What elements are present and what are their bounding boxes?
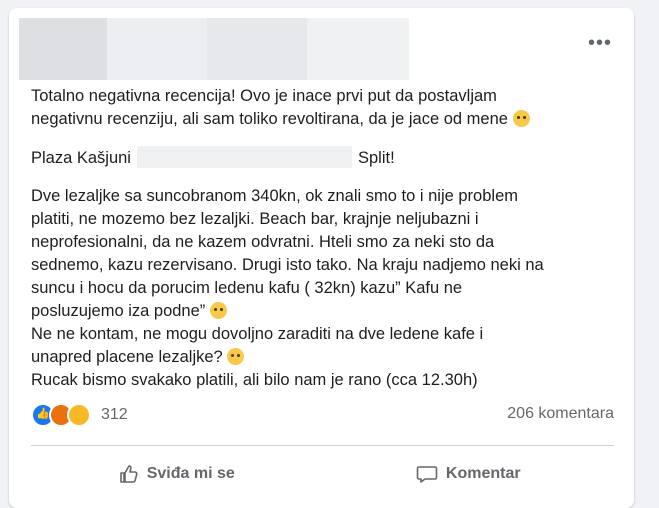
divider bbox=[31, 445, 614, 446]
text-line: suncu i hocu da porucim ledenu kafu ( 32… bbox=[31, 279, 463, 297]
thumbs-up-icon bbox=[119, 465, 138, 483]
text-line: platiti, ne mozemo bez lezaljki. Beach b… bbox=[31, 210, 479, 228]
comment-button[interactable]: Komentar bbox=[323, 452, 615, 496]
reactions-count: 312 bbox=[101, 406, 128, 423]
blurred-author-name bbox=[107, 18, 207, 80]
paragraph-location: Plaza Kašjuni Split! bbox=[31, 146, 631, 170]
text-line: Rucak bismo svakako platili, ali bilo na… bbox=[31, 371, 478, 389]
grimacing-face-emoji-icon bbox=[227, 348, 245, 365]
blurred-location-name bbox=[136, 146, 352, 168]
text-line: unapred placene lezaljke? bbox=[31, 348, 223, 366]
text-line: Ne ne kontam, ne mogu dovoljno zaraditi … bbox=[31, 325, 484, 343]
comment-bubble-icon bbox=[416, 466, 438, 483]
post-card: ••• Totalno negativna recencija! Ovo je … bbox=[9, 8, 634, 508]
text-line: negativnu recenziju, ali sam toliko revo… bbox=[31, 110, 508, 128]
text-line: neprofesionalni, da ne kazem odvratni. H… bbox=[31, 233, 495, 251]
text-line: Dve lezaljke sa suncobranom 340kn, ok zn… bbox=[31, 187, 518, 205]
text-line: Totalno negativna recencija! Ovo je inac… bbox=[31, 87, 497, 105]
worried-face-emoji-icon bbox=[512, 110, 530, 127]
text-line: Split! bbox=[357, 149, 395, 167]
blurred-header-area bbox=[207, 18, 307, 80]
text-line: Plaza Kašjuni bbox=[31, 149, 131, 167]
blurred-header-area bbox=[307, 18, 409, 80]
paragraph-intro: Totalno negativna recencija! Ovo je inac… bbox=[31, 85, 631, 131]
frowning-face-emoji-icon bbox=[209, 302, 227, 319]
like-button[interactable]: Sviđa mi se bbox=[31, 452, 323, 496]
post-text: Totalno negativna recencija! Ovo je inac… bbox=[31, 85, 631, 392]
text-line: posluzujemo iza podne” bbox=[31, 302, 206, 320]
comment-label: Komentar bbox=[445, 465, 521, 482]
text-line: sednemo, kazu rezervisano. Drugi isto ta… bbox=[31, 256, 544, 274]
blurred-profile-photo bbox=[19, 18, 107, 80]
paragraph-review: Dve lezaljke sa suncobranom 340kn, ok zn… bbox=[31, 185, 631, 392]
sad-reaction-icon bbox=[67, 403, 91, 427]
comments-count-link[interactable]: 206 komentara bbox=[507, 405, 614, 423]
reactions-summary[interactable]: 312 bbox=[31, 403, 128, 427]
post-actions: Sviđa mi se Komentar bbox=[31, 452, 614, 496]
more-dots-icon[interactable]: ••• bbox=[588, 33, 612, 53]
like-label: Sviđa mi se bbox=[146, 465, 235, 482]
